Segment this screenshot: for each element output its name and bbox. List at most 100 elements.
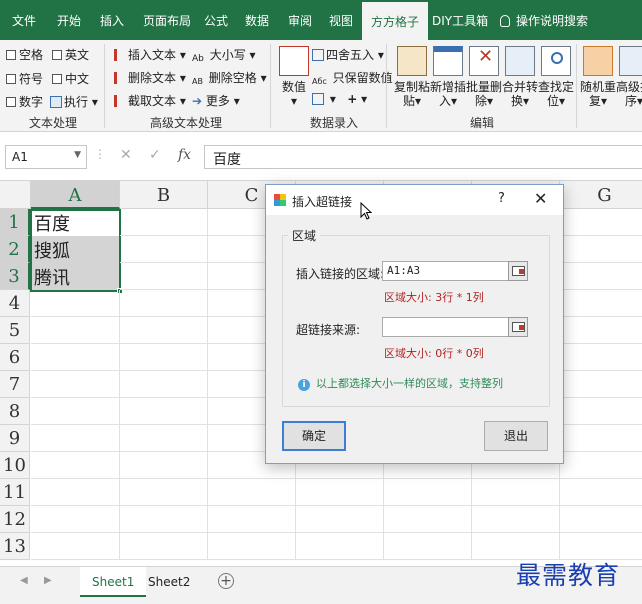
tab-view[interactable]: 视图 <box>329 0 353 40</box>
more-button[interactable]: ➔ 更多 ▾ <box>192 92 240 109</box>
row-header[interactable]: 2 <box>0 236 30 263</box>
tab-formulas[interactable]: 公式 <box>204 0 228 40</box>
cell[interactable] <box>472 479 560 506</box>
cell[interactable] <box>560 452 642 479</box>
random-repeat-button[interactable]: 随机重复▾ <box>580 46 616 108</box>
select-all-corner[interactable] <box>0 181 31 209</box>
cell[interactable] <box>560 506 642 533</box>
tab-insert[interactable]: 插入 <box>100 0 124 40</box>
cell[interactable] <box>31 398 120 425</box>
cell[interactable] <box>296 506 384 533</box>
column-header-g[interactable]: G <box>560 181 642 209</box>
cell[interactable] <box>120 425 208 452</box>
batch-delete-button[interactable]: ✕ 批量删除▾ <box>466 46 502 108</box>
cell[interactable] <box>120 452 208 479</box>
cell[interactable] <box>120 533 208 560</box>
name-box[interactable]: A1 ▼ <box>5 145 87 169</box>
cell[interactable] <box>31 344 120 371</box>
formula-input[interactable]: 百度 <box>204 145 642 169</box>
row-header[interactable]: 9 <box>0 425 30 452</box>
cancel-entry-icon[interactable]: ✕ <box>120 147 132 163</box>
cell[interactable] <box>31 317 120 344</box>
exit-button[interactable]: 退出 <box>484 421 548 451</box>
tab-page-layout[interactable]: 页面布局 <box>143 0 191 40</box>
find-locate-button[interactable]: 查找定位▾ <box>538 46 574 108</box>
add-sheet-icon[interactable]: + <box>218 573 234 589</box>
row-header[interactable]: 13 <box>0 533 30 560</box>
close-button[interactable]: ✕ <box>534 189 547 208</box>
cell[interactable] <box>560 263 642 290</box>
cell[interactable] <box>560 425 642 452</box>
insert-row-button[interactable]: 新增插入▾ <box>430 46 466 108</box>
cell[interactable] <box>120 317 208 344</box>
cell[interactable] <box>472 506 560 533</box>
cell[interactable] <box>120 344 208 371</box>
cell[interactable] <box>560 209 642 236</box>
cell[interactable] <box>384 479 472 506</box>
cell[interactable] <box>384 506 472 533</box>
cell[interactable] <box>560 344 642 371</box>
checkbox-number[interactable]: 数字 <box>6 93 43 110</box>
cell[interactable] <box>120 290 208 317</box>
ok-button[interactable]: 确定 <box>282 421 346 451</box>
sheet-tab-sheet2[interactable]: Sheet2 <box>136 567 202 597</box>
cell[interactable] <box>120 263 208 290</box>
cell[interactable] <box>31 452 120 479</box>
row-header[interactable]: 3 <box>0 263 30 290</box>
cell[interactable] <box>296 533 384 560</box>
keep-value-button[interactable]: Aбc 只保留数值 <box>312 69 393 89</box>
row-header[interactable]: 4 <box>0 290 30 317</box>
extract-text-button[interactable]: 截取文本 ▾ <box>114 92 186 109</box>
link-range-input[interactable]: A1:A3 <box>382 261 510 281</box>
cell[interactable] <box>560 290 642 317</box>
confirm-entry-icon[interactable]: ✓ <box>149 147 161 163</box>
cell[interactable] <box>31 290 120 317</box>
row-header[interactable]: 6 <box>0 344 30 371</box>
tab-review[interactable]: 审阅 <box>288 0 312 40</box>
link-source-input[interactable] <box>382 317 510 337</box>
delete-text-button[interactable]: 删除文本 ▾ <box>114 69 186 86</box>
column-header-a[interactable]: A <box>31 181 120 209</box>
cell-a3[interactable]: 腾讯 <box>31 263 120 290</box>
row-header[interactable]: 10 <box>0 452 30 479</box>
cell[interactable] <box>560 317 642 344</box>
case-button[interactable]: Ab 大小写 ▾ <box>192 46 256 66</box>
tab-fangfanggezi[interactable]: 方方格子 <box>362 2 429 42</box>
round-button[interactable]: 四舍五入 ▾ <box>312 46 384 63</box>
advanced-sort-button[interactable]: 高级排序▾ <box>616 46 642 108</box>
cell[interactable] <box>560 371 642 398</box>
cell[interactable] <box>208 506 296 533</box>
cell[interactable] <box>31 506 120 533</box>
row-header[interactable]: 1 <box>0 209 30 236</box>
cell[interactable] <box>31 425 120 452</box>
checkbox-space[interactable]: 空格 <box>6 46 43 63</box>
cell[interactable] <box>560 398 642 425</box>
cell[interactable] <box>208 533 296 560</box>
checkbox-symbol[interactable]: 符号 <box>6 70 43 87</box>
cell[interactable] <box>31 533 120 560</box>
cell[interactable] <box>560 236 642 263</box>
numeric-button[interactable]: 数值 ▾ <box>276 46 312 108</box>
scroll-right-icon[interactable]: ▶ <box>44 575 52 586</box>
insert-text-button[interactable]: 插入文本 ▾ <box>114 46 186 63</box>
tell-me-search[interactable]: 操作说明搜索 <box>500 0 588 40</box>
range-picker-button[interactable] <box>508 261 528 281</box>
scroll-left-icon[interactable]: ◀ <box>20 575 28 586</box>
insert-function-icon[interactable]: fx <box>178 147 191 163</box>
row-header[interactable]: 5 <box>0 317 30 344</box>
checkbox-chinese[interactable]: 中文 <box>52 70 89 87</box>
row-header[interactable]: 11 <box>0 479 30 506</box>
cell[interactable] <box>560 479 642 506</box>
entry-extra-button[interactable]: ▾ + ▾ <box>312 92 367 106</box>
tab-diy-toolbox[interactable]: DIY工具箱 <box>432 0 488 40</box>
cell[interactable] <box>120 398 208 425</box>
cell[interactable] <box>384 533 472 560</box>
tab-file[interactable]: 文件 <box>12 0 36 40</box>
tab-home[interactable]: 开始 <box>57 0 81 40</box>
column-header-b[interactable]: B <box>120 181 208 209</box>
cell[interactable] <box>208 479 296 506</box>
cell[interactable] <box>120 209 208 236</box>
cell[interactable] <box>120 479 208 506</box>
cell[interactable] <box>120 371 208 398</box>
row-header[interactable]: 7 <box>0 371 30 398</box>
